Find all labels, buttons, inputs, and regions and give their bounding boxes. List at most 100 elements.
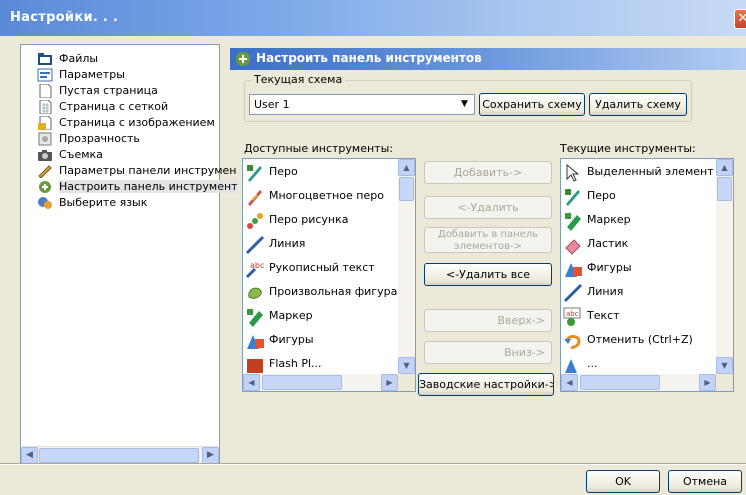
scheme-select[interactable]: User 1 ▼ [249, 94, 475, 115]
pen-icon [247, 165, 262, 182]
tool-label: Маркер [587, 213, 631, 226]
eraser-icon [565, 239, 581, 255]
ok-button[interactable]: OK [586, 470, 660, 493]
tool-label: Фигуры [269, 333, 314, 346]
tool-label: Произвольная фигура [269, 285, 398, 298]
scroll-left-icon[interactable]: ◀ [243, 374, 260, 391]
customize-toolbar-icon [236, 52, 250, 66]
customize-toolbar-icon [39, 181, 51, 193]
tool-label: Перо рисунка [269, 213, 349, 226]
scroll-down-icon[interactable]: ▼ [716, 357, 733, 374]
shapes-icon [247, 335, 264, 349]
close-icon[interactable]: ✕ [734, 9, 746, 29]
tool-label: Линия [587, 285, 624, 298]
options-icon [37, 68, 53, 82]
move-down-button[interactable]: Вниз-> [424, 341, 552, 364]
scroll-left-icon[interactable]: ◀ [561, 374, 578, 391]
scroll-right-icon[interactable]: ▶ [699, 374, 716, 391]
settings-window: Настройки. . . ✕ Файлы Параметры Пустая … [0, 0, 746, 495]
current-tools-list[interactable]: Выделенный элемент Перо Маркер Ластик Фи… [560, 158, 734, 392]
multicolor-pen-icon [248, 190, 262, 206]
svg-text:abc: abc [250, 261, 264, 270]
language-icon [38, 197, 52, 209]
scrollbar-thumb[interactable] [262, 375, 342, 390]
tool-label: Многоцветное перо [269, 189, 384, 202]
scroll-left-icon[interactable]: ◀ [21, 447, 38, 464]
camera-icon [38, 150, 52, 161]
settings-tree: Файлы Параметры Пустая страница Страница… [20, 44, 238, 464]
marker-icon [247, 309, 263, 327]
tree-item-label: Прозрачность [59, 132, 140, 145]
shapes-icon [565, 263, 582, 277]
current-horizontal-scrollbar[interactable]: ◀ ▶ [561, 374, 716, 391]
add-to-panel-button[interactable]: Добавить в панель элементов-> [424, 227, 552, 253]
chevron-down-icon[interactable]: ▼ [456, 96, 473, 113]
delete-scheme-button[interactable]: Удалить схему [589, 93, 687, 116]
current-vertical-scrollbar[interactable]: ▲ ▼ [716, 159, 733, 374]
tree-item-label: Файлы [59, 52, 99, 65]
title-bar[interactable]: Настройки. . . ✕ [0, 0, 746, 36]
tree-item-label: Выберите язык [59, 196, 148, 209]
scroll-down-icon[interactable]: ▼ [398, 357, 415, 374]
scrollbar-thumb[interactable] [399, 177, 414, 201]
tool-label: Перо [587, 189, 616, 202]
factory-defaults-button[interactable]: Заводские настройки-> [418, 373, 554, 396]
transparency-icon [38, 132, 52, 146]
tool-label: Линия [269, 237, 306, 250]
tree-horizontal-scrollbar[interactable]: ◀ ▶ [21, 446, 219, 464]
tool-label: Flash Pl... [269, 357, 322, 370]
scrollbar-thumb[interactable] [717, 177, 732, 201]
tree-item-label: Страница с изображением [59, 116, 215, 129]
scroll-up-icon[interactable]: ▲ [716, 159, 733, 176]
text-icon: abc [563, 307, 581, 326]
tool-label: Текст [587, 309, 620, 322]
panel-header: Настроить панель инструментов [230, 48, 746, 70]
grid-page-icon [39, 100, 52, 114]
scheme-legend: Текущая схема [251, 73, 346, 86]
remove-button[interactable]: <-Удалить [424, 196, 552, 219]
available-horizontal-scrollbar[interactable]: ◀ ▶ [243, 374, 398, 391]
add-button[interactable]: Добавить-> [424, 161, 552, 184]
add-to-panel-line2: элементов-> [453, 241, 523, 252]
move-up-button[interactable]: Вверх-> [424, 309, 552, 332]
tool-label: Выделенный элемент [587, 165, 714, 178]
scheme-group: Текущая схема User 1 ▼ Сохранить схему У… [244, 73, 692, 122]
cursor-icon [566, 163, 580, 182]
save-scheme-button[interactable]: Сохранить схему [479, 93, 585, 116]
current-tools-label: Текущие инструменты: [560, 142, 696, 155]
tree-item-label: Параметры панели инструмен [59, 164, 237, 177]
scrollbar-thumb[interactable] [39, 448, 199, 463]
pen-icon [565, 189, 580, 206]
remove-all-button[interactable]: <-Удалить все [424, 263, 552, 286]
panel-title: Настроить панель инструментов [256, 51, 482, 65]
available-vertical-scrollbar[interactable]: ▲ ▼ [398, 159, 415, 374]
scrollbar-corner [398, 374, 415, 391]
scrollbar-corner [716, 374, 733, 391]
scrollbar-thumb[interactable] [580, 375, 660, 390]
handwriting-icon: abc [245, 261, 264, 279]
scroll-right-icon[interactable]: ▶ [381, 374, 398, 391]
tree-item-label: Параметры [59, 68, 125, 81]
tree-item-label: Пустая страница [59, 84, 158, 97]
cancel-button[interactable]: Отмена [668, 470, 742, 493]
tree-item-label: Настроить панель инструмент [59, 180, 238, 193]
marker-icon [565, 213, 581, 231]
line-icon [245, 235, 265, 255]
image-page-icon [38, 116, 52, 130]
add-to-panel-line1: Добавить в панель [437, 229, 539, 240]
toolbar-settings-icon [38, 165, 52, 178]
scroll-up-icon[interactable]: ▲ [398, 159, 415, 176]
available-tools-label: Доступные инструменты: [244, 142, 393, 155]
svg-text:abc: abc [566, 310, 579, 318]
tree-item-label: Съемка [59, 148, 103, 161]
shapes-icon [565, 359, 577, 373]
window-title: Настройки. . . [10, 10, 119, 25]
scheme-select-value: User 1 [254, 98, 290, 111]
folder-icon [38, 53, 52, 65]
tool-label: Перо [269, 165, 298, 178]
picture-pen-icon [247, 213, 263, 229]
available-tools-list[interactable]: Перо Многоцветное перо Перо рисунка Лини… [242, 158, 416, 392]
undo-icon [564, 335, 581, 349]
freeform-shape-icon [248, 287, 262, 299]
scroll-right-icon[interactable]: ▶ [202, 447, 219, 464]
